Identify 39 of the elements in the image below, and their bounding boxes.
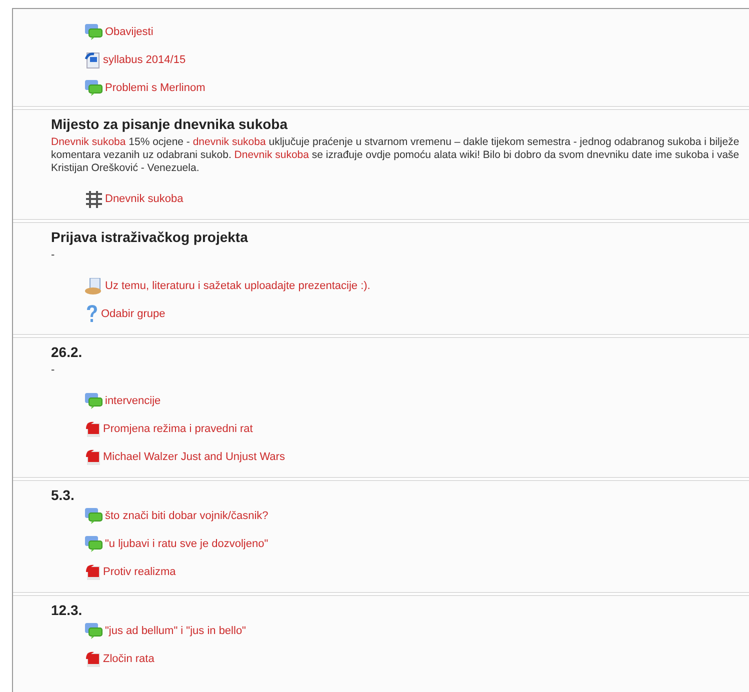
pdf-icon [85,564,101,580]
activity-link[interactable]: što znači biti dobar vojnik/časnik? [85,507,268,525]
activity-link[interactable]: syllabus 2014/15 [85,51,186,69]
activity-link[interactable]: Obavijesti [85,23,154,41]
chat-bubbles-icon [85,536,103,552]
link[interactable]: Dnevnik sukoba [234,149,309,161]
pdf-icon [85,448,101,466]
link[interactable]: dnevnik sukoba [192,136,266,148]
section-summary: Dnevnik sukoba 15% ocjene - dnevnik sukoba uključuje praćenje u stvarnom vremenu – dakle tijekom semestra - jednog odabranog sukoba i bilježe komentara vezanih uz odabrani sukob. Dnevnik sukoba se izrađuje ovdje pomoću alata wiki! Bilo bi dobro da svom dnevniku date ime sukoba i vaše Kristijan Orešković - Venezuela. [51,136,740,175]
activity-link[interactable]: Protiv realizma [85,563,176,581]
chat-bubbles-icon [85,80,103,96]
activity-link[interactable]: "jus ad bellum" i "jus in bello" [85,622,246,640]
section-summary: - [51,364,55,377]
pdf-icon [85,420,101,438]
section-heading: 12.3. [51,601,82,619]
activity-link[interactable]: Zločin rata [85,650,154,668]
chat-bubbles-icon [85,24,103,40]
chat-bubbles-icon [85,623,103,639]
grid-icon [85,190,103,208]
activity-link[interactable]: intervencije [85,392,161,410]
activity-link[interactable]: "u ljubavi i ratu sve je dozvoljeno" [85,535,268,553]
section-heading: 26.2. [51,343,82,361]
document-icon [85,52,101,68]
pdf-icon [85,650,101,668]
link[interactable]: Dnevnik sukoba [51,136,126,148]
chat-bubbles-icon [85,508,103,524]
section-heading: 5.3. [51,486,74,504]
activity-link[interactable]: Problemi s Merlinom [85,79,206,97]
section-summary: - [51,249,55,262]
chat-bubbles-icon [85,393,103,409]
activity-link[interactable]: Michael Walzer Just and Unjust Wars [85,448,285,466]
section-heading: Mijesto za pisanje dnevnika sukoba [51,115,288,133]
question-mark-icon [85,305,99,323]
activity-link[interactable]: Dnevnik sukoba [85,190,184,208]
activity-link[interactable]: Promjena režima i pravedni rat [85,420,253,438]
document-hand-icon [85,278,103,294]
activity-link[interactable]: Uz temu, literaturu i sažetak uploadajte prezentacije :). [85,277,370,295]
section-heading: Prijava istraživačkog projekta [51,228,248,246]
activity-link[interactable]: Odabir grupe [85,305,166,323]
